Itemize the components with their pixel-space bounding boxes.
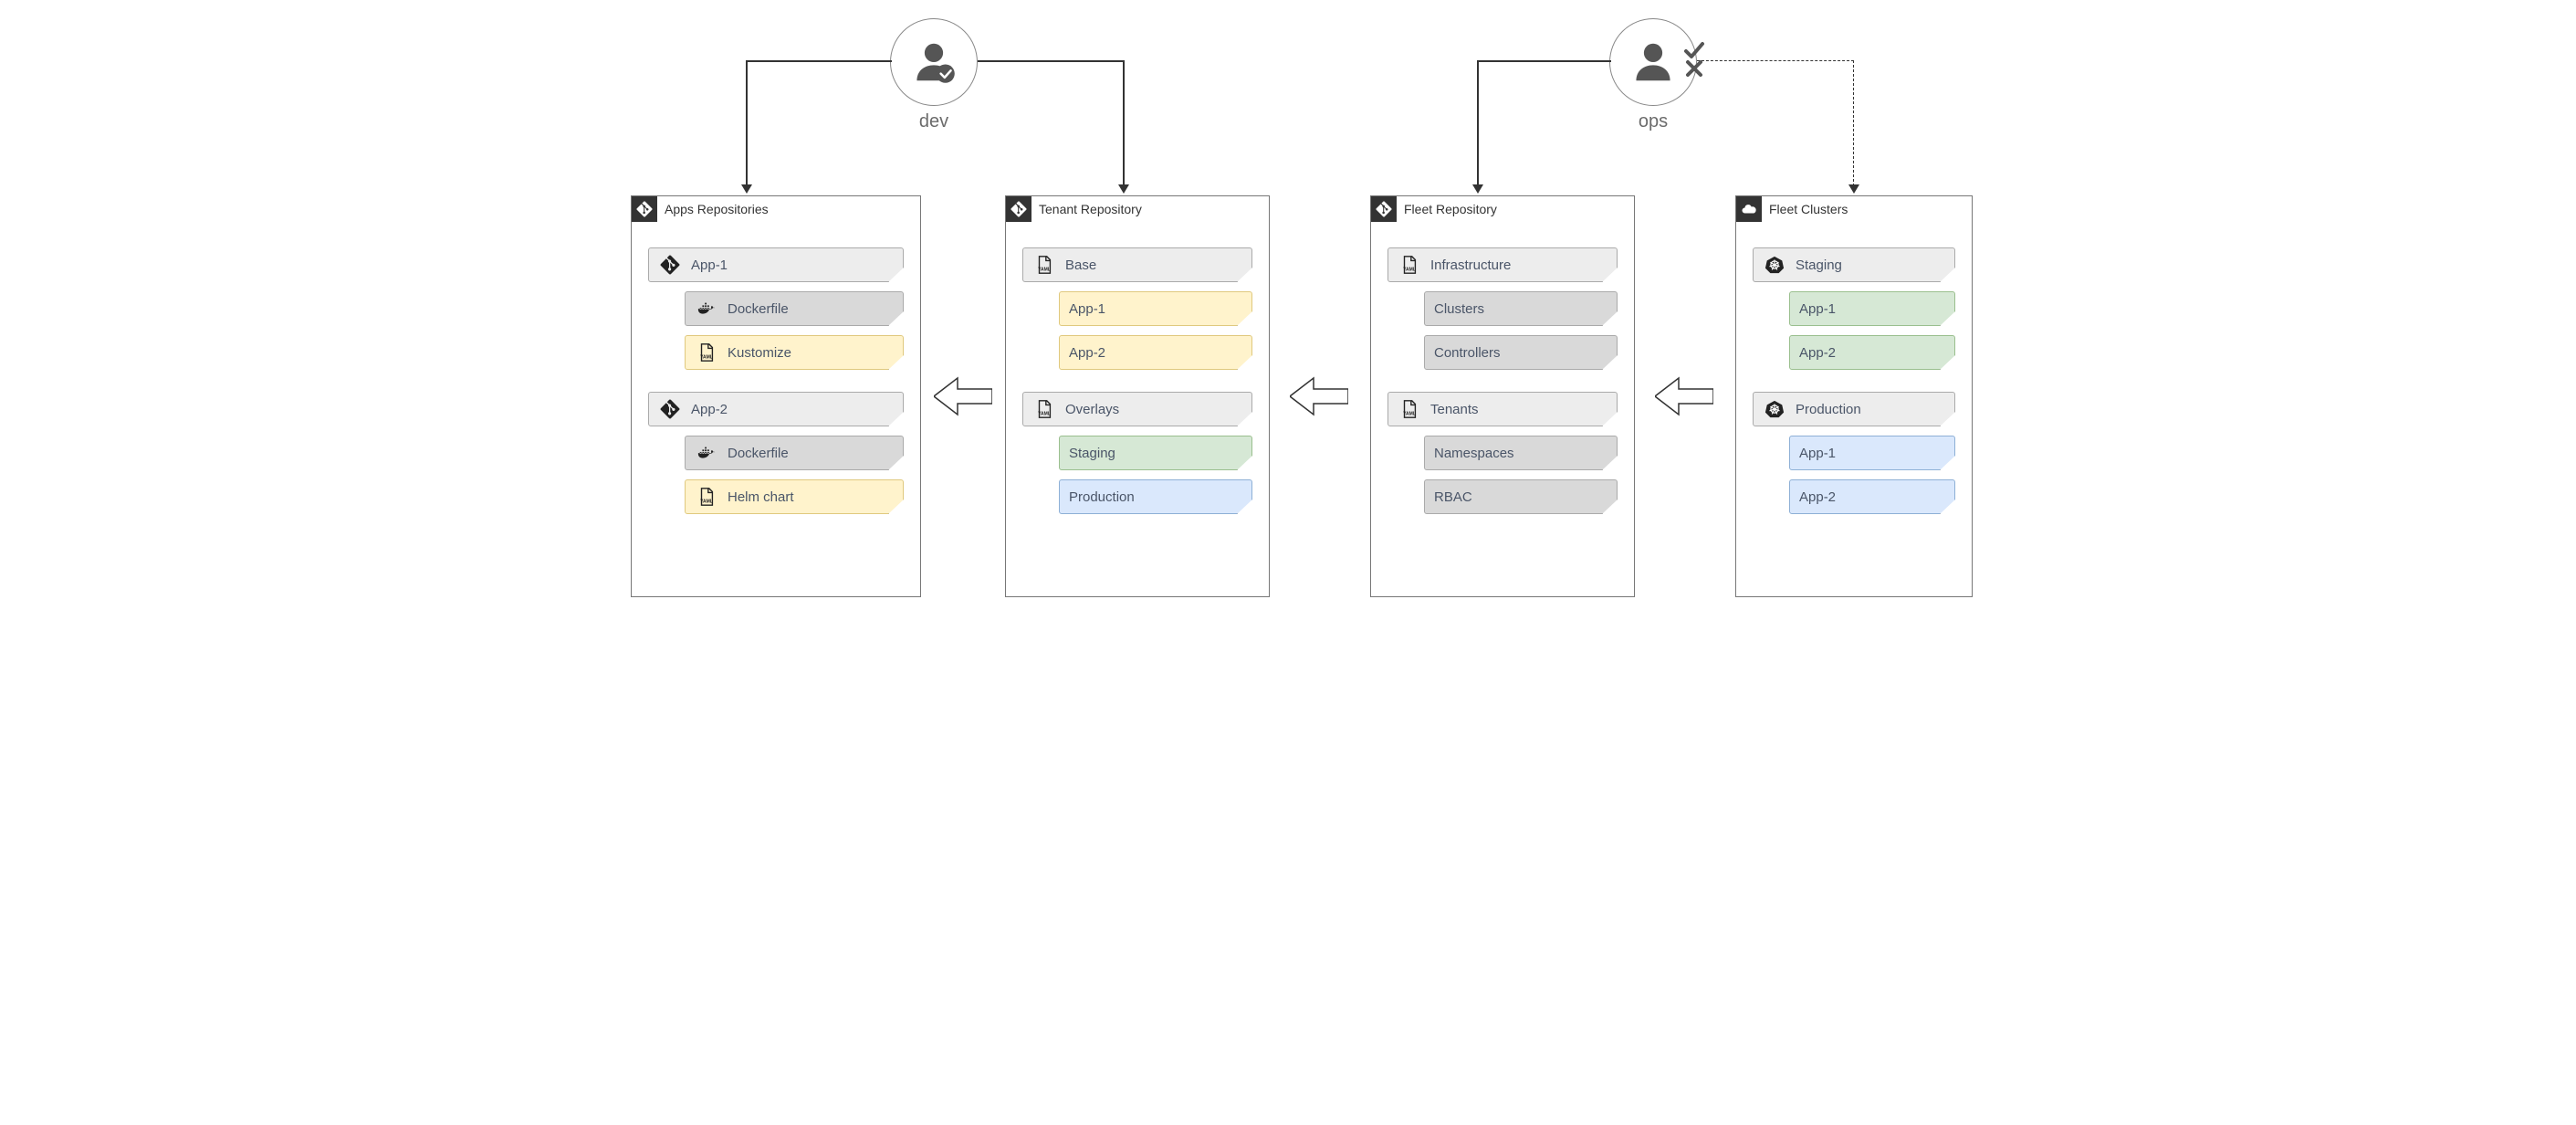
chip-label: App-1 (691, 258, 728, 273)
flow-arrow-left-icon (934, 374, 992, 418)
cloud-icon (1736, 196, 1762, 222)
folder-base: YAML Base (1022, 247, 1252, 282)
actor-ops: ops (1609, 18, 1697, 132)
yaml-icon: YAML (695, 341, 718, 364)
app-2: App-2 (1789, 335, 1955, 370)
flow-arrow-left-icon (1290, 374, 1348, 418)
actor-dev: dev (890, 18, 978, 132)
panel-header: Fleet Repository (1371, 196, 1634, 222)
file-helm-chart: YAML Helm chart (685, 479, 904, 514)
panel-apps-repositories: Apps Repositories App-1 Dockerfile YAML (631, 195, 921, 597)
chip-label: Kustomize (728, 345, 791, 361)
chip-label: Base (1065, 258, 1096, 273)
chip-label: Namespaces (1434, 446, 1514, 461)
docker-icon (695, 441, 718, 465)
chip-label: Staging (1796, 258, 1842, 273)
kubernetes-icon (1763, 253, 1786, 277)
app-2: App-2 (1789, 479, 1955, 514)
chip-label: RBAC (1434, 489, 1472, 505)
file-dockerfile: Dockerfile (685, 291, 904, 326)
item-rbac: RBAC (1424, 479, 1618, 514)
git-icon (658, 397, 682, 421)
app-1: App-1 (1789, 436, 1955, 470)
file-dockerfile: Dockerfile (685, 436, 904, 470)
panel-title: Fleet Clusters (1769, 202, 1848, 216)
cluster-production: Production (1753, 392, 1955, 426)
svg-text:YAML: YAML (700, 354, 713, 360)
actor-ops-label: ops (1639, 111, 1668, 132)
git-icon (1371, 196, 1397, 222)
chip-label: App-2 (1069, 345, 1105, 361)
chip-label: Staging (1069, 446, 1115, 461)
chip-label: Production (1796, 402, 1861, 417)
chip-label: App-2 (691, 402, 728, 417)
panel-header: Tenant Repository (1006, 196, 1269, 222)
git-icon (632, 196, 657, 222)
chip-label: Controllers (1434, 345, 1501, 361)
panel-fleet-clusters: Fleet Clusters Staging App-1 App-2 Produ… (1735, 195, 1973, 597)
yaml-icon: YAML (1032, 253, 1056, 277)
chip-label: Helm chart (728, 489, 794, 505)
svg-text:YAML: YAML (700, 499, 713, 504)
repo-app-1: App-1 (648, 247, 904, 282)
file-kustomize: YAML Kustomize (685, 335, 904, 370)
panel-fleet-repository: Fleet Repository YAML Infrastructure Clu… (1370, 195, 1635, 597)
chip-label: App-2 (1799, 345, 1836, 361)
chip-label: App-2 (1799, 489, 1836, 505)
yaml-icon: YAML (695, 485, 718, 509)
repo-app-2: App-2 (648, 392, 904, 426)
file-app-1: App-1 (1059, 291, 1252, 326)
chip-label: App-1 (1799, 446, 1836, 461)
user-dev-icon (890, 18, 978, 106)
cluster-staging: Staging (1753, 247, 1955, 282)
chip-label: Overlays (1065, 402, 1119, 417)
approve-reject-icon (1684, 40, 1721, 77)
panel-header: Apps Repositories (632, 196, 920, 222)
svg-text:YAML: YAML (1403, 267, 1416, 272)
chip-label: Infrastructure (1430, 258, 1511, 273)
panel-header: Fleet Clusters (1736, 196, 1972, 222)
svg-text:YAML: YAML (1038, 267, 1051, 272)
kubernetes-icon (1763, 397, 1786, 421)
chip-label: App-1 (1799, 301, 1836, 317)
panel-tenant-repository: Tenant Repository YAML Base App-1 App-2 … (1005, 195, 1270, 597)
chip-label: Tenants (1430, 402, 1479, 417)
folder-tenants: YAML Tenants (1387, 392, 1618, 426)
file-app-2: App-2 (1059, 335, 1252, 370)
item-clusters: Clusters (1424, 291, 1618, 326)
file-staging: Staging (1059, 436, 1252, 470)
item-namespaces: Namespaces (1424, 436, 1618, 470)
yaml-icon: YAML (1032, 397, 1056, 421)
yaml-icon: YAML (1398, 253, 1421, 277)
docker-icon (695, 297, 718, 321)
chip-label: App-1 (1069, 301, 1105, 317)
panel-title: Tenant Repository (1039, 202, 1142, 216)
actor-dev-label: dev (919, 111, 948, 132)
chip-label: Dockerfile (728, 446, 789, 461)
item-controllers: Controllers (1424, 335, 1618, 370)
svg-text:YAML: YAML (1038, 411, 1051, 416)
folder-infrastructure: YAML Infrastructure (1387, 247, 1618, 282)
panel-title: Fleet Repository (1404, 202, 1497, 216)
flow-arrow-left-icon (1655, 374, 1713, 418)
app-1: App-1 (1789, 291, 1955, 326)
file-production: Production (1059, 479, 1252, 514)
git-icon (658, 253, 682, 277)
git-icon (1006, 196, 1031, 222)
chip-label: Dockerfile (728, 301, 789, 317)
folder-overlays: YAML Overlays (1022, 392, 1252, 426)
chip-label: Clusters (1434, 301, 1484, 317)
chip-label: Production (1069, 489, 1135, 505)
panel-title: Apps Repositories (665, 202, 769, 216)
svg-text:YAML: YAML (1403, 411, 1416, 416)
yaml-icon: YAML (1398, 397, 1421, 421)
